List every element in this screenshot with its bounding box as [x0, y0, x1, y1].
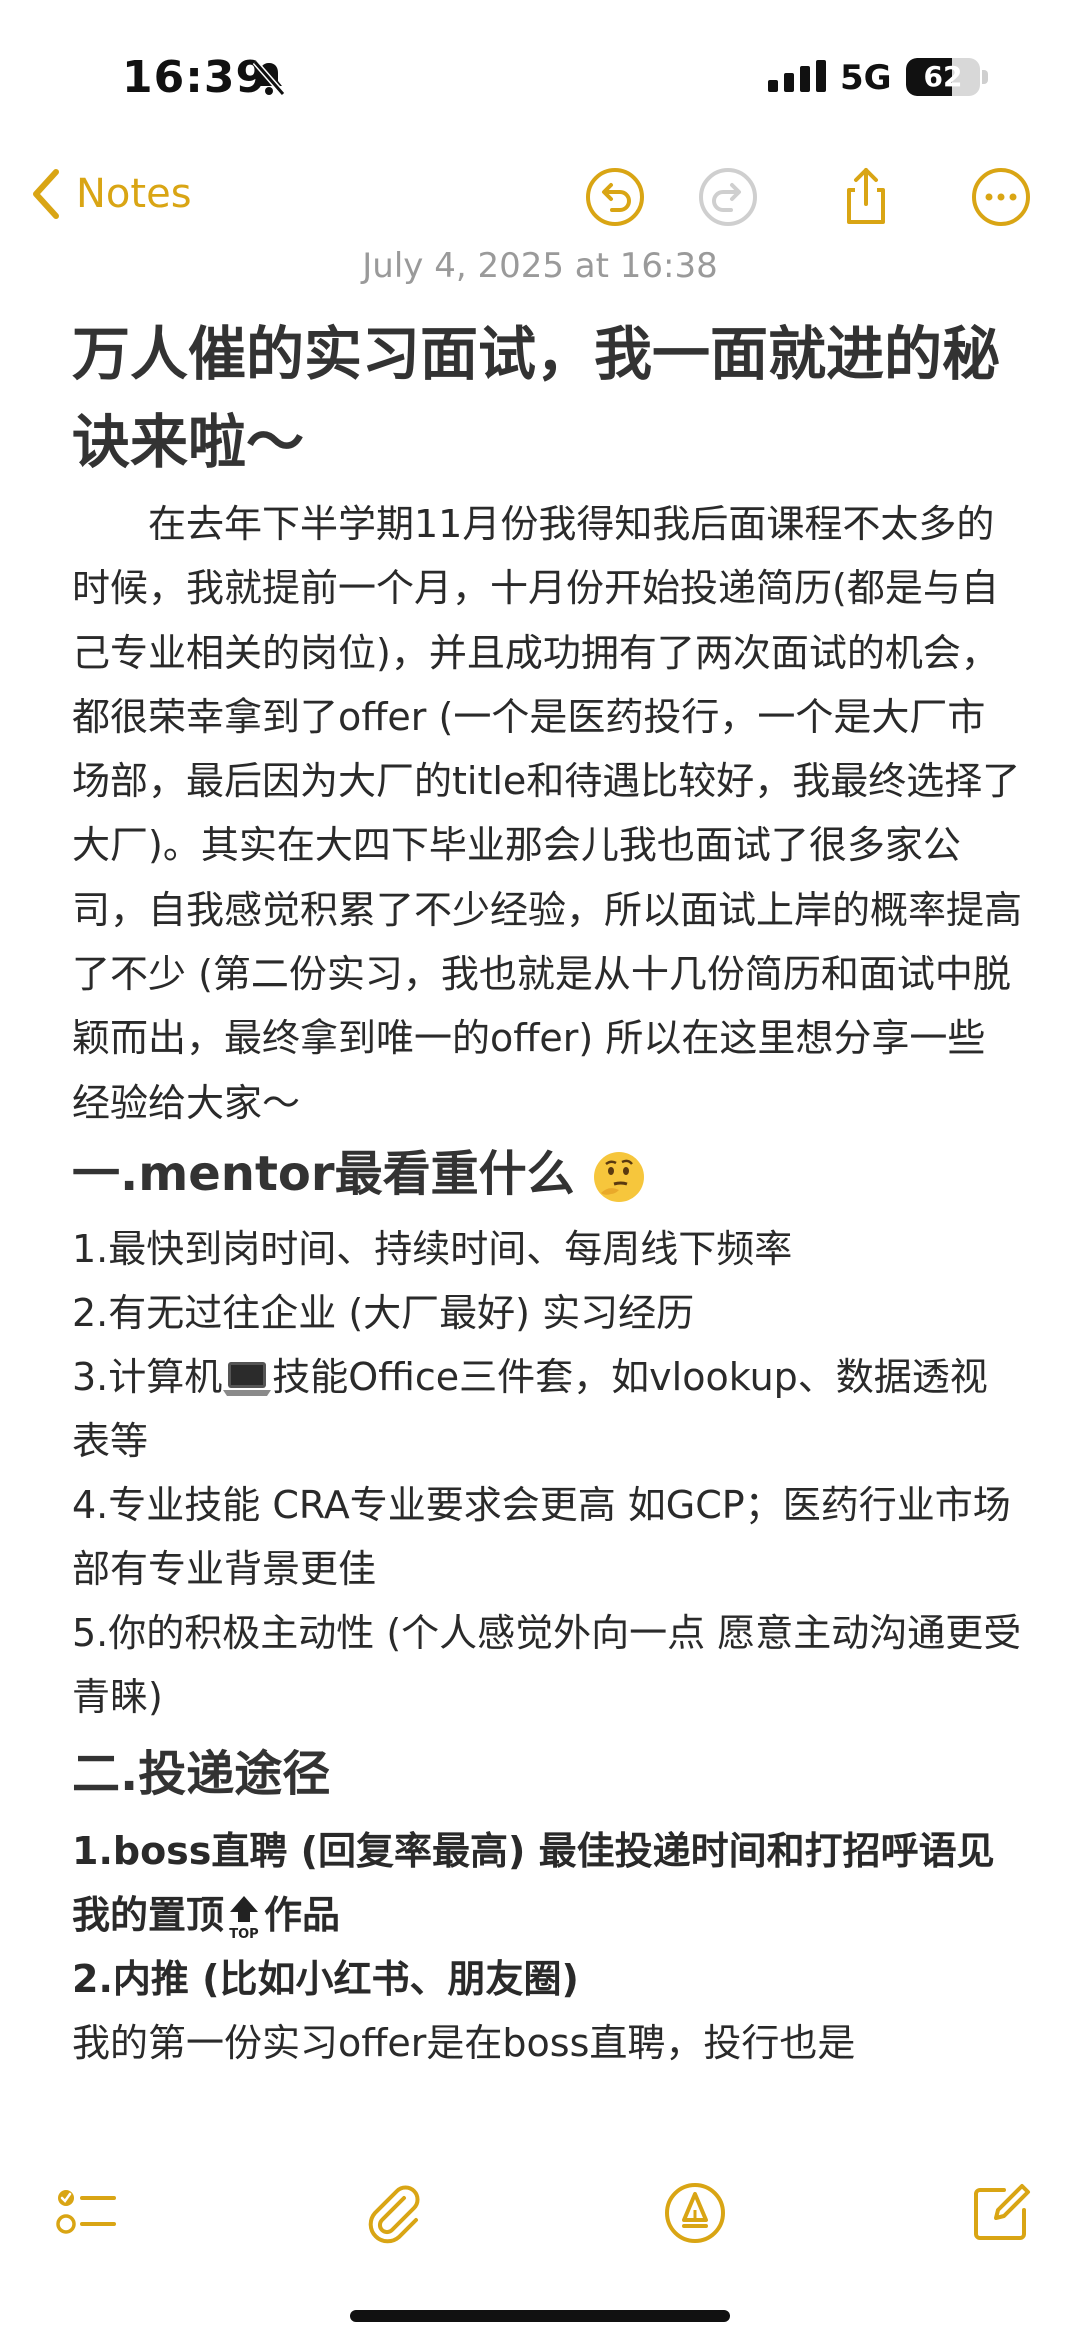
attach-button[interactable]	[360, 2180, 426, 2246]
bottom-toolbar	[0, 2160, 1080, 2270]
battery-tip	[982, 70, 988, 84]
laptop-icon	[223, 1362, 272, 1397]
battery-icon: 62	[906, 58, 980, 96]
list-item: 1.最快到岗时间、持续时间、每周线下频率	[72, 1226, 793, 1271]
redo-icon	[699, 168, 757, 226]
more-icon	[972, 168, 1030, 226]
battery-percent: 62	[923, 60, 963, 93]
status-time: 16:39	[122, 52, 268, 103]
thinking-face-icon	[594, 1151, 645, 1202]
note-title: 万人催的实习面试，我一面就进的秘诀来啦～	[72, 320, 1001, 476]
list-item: 2.内推 (比如小红书、朋友圈)	[72, 1956, 579, 2001]
top-arrow-icon: TOP	[229, 1896, 259, 1940]
redo-button[interactable]	[697, 166, 759, 228]
compose-button[interactable]	[968, 2180, 1034, 2246]
home-indicator[interactable]	[350, 2310, 730, 2322]
note-toolbar: Notes	[0, 150, 1080, 250]
note-body[interactable]: 万人催的实习面试，我一面就进的秘诀来啦～ 在去年下半学期11月份我得知我后面课程…	[72, 310, 1022, 2075]
list-item: 3.计算机 技能Office三件套，如vlookup、数据透视表等	[72, 1354, 988, 1463]
list-item: 4.专业技能 CRA专业要求会更高 如GCP；医药行业市场部有专业背景更佳	[72, 1482, 1011, 1591]
pen-tip-icon	[665, 2183, 725, 2243]
more-button[interactable]	[970, 166, 1032, 228]
checklist-button[interactable]	[54, 2180, 120, 2246]
list-item: 5.你的积极主动性 (个人感觉外向一点 愿意主动沟通更受青睐)	[72, 1610, 1022, 1719]
section-heading-mentor: 一.mentor最看重什么	[72, 1139, 1022, 1209]
svg-text:TOP: TOP	[229, 1927, 258, 1940]
share-icon	[847, 168, 885, 224]
note-date: July 4, 2025 at 16:38	[362, 246, 718, 286]
note-intro: 在去年下半学期11月份我得知我后面课程不太多的时候，我就提前一个月，十月份开始投…	[72, 502, 1023, 1125]
bell-slash-icon	[252, 60, 286, 96]
compose-icon	[974, 2184, 1030, 2240]
status-bar: 16:39 5G 62	[0, 0, 1080, 150]
list-item: 2.有无过往企业 (大厂最好) 实习经历	[72, 1290, 695, 1335]
markup-button[interactable]	[662, 2180, 728, 2246]
network-type: 5G	[840, 58, 892, 98]
undo-button[interactable]	[584, 166, 646, 228]
note-paragraph: 我的第一份实习offer是在boss直聘，投行也是	[72, 2020, 856, 2065]
back-label: Notes	[76, 171, 192, 217]
section-heading-routes: 二.投递途径	[72, 1745, 331, 1802]
paperclip-icon	[368, 2185, 420, 2244]
chevron-left-icon	[33, 169, 59, 219]
undo-icon	[586, 168, 644, 226]
share-button[interactable]	[835, 166, 897, 228]
cellular-signal-icon	[768, 60, 826, 92]
checklist-icon	[56, 2190, 116, 2234]
list-item: 1.boss直聘 (回复率最高) 最佳投递时间和打招呼语见我的置顶 TOP 作品	[72, 1828, 995, 1941]
back-button[interactable]: Notes	[30, 166, 192, 222]
